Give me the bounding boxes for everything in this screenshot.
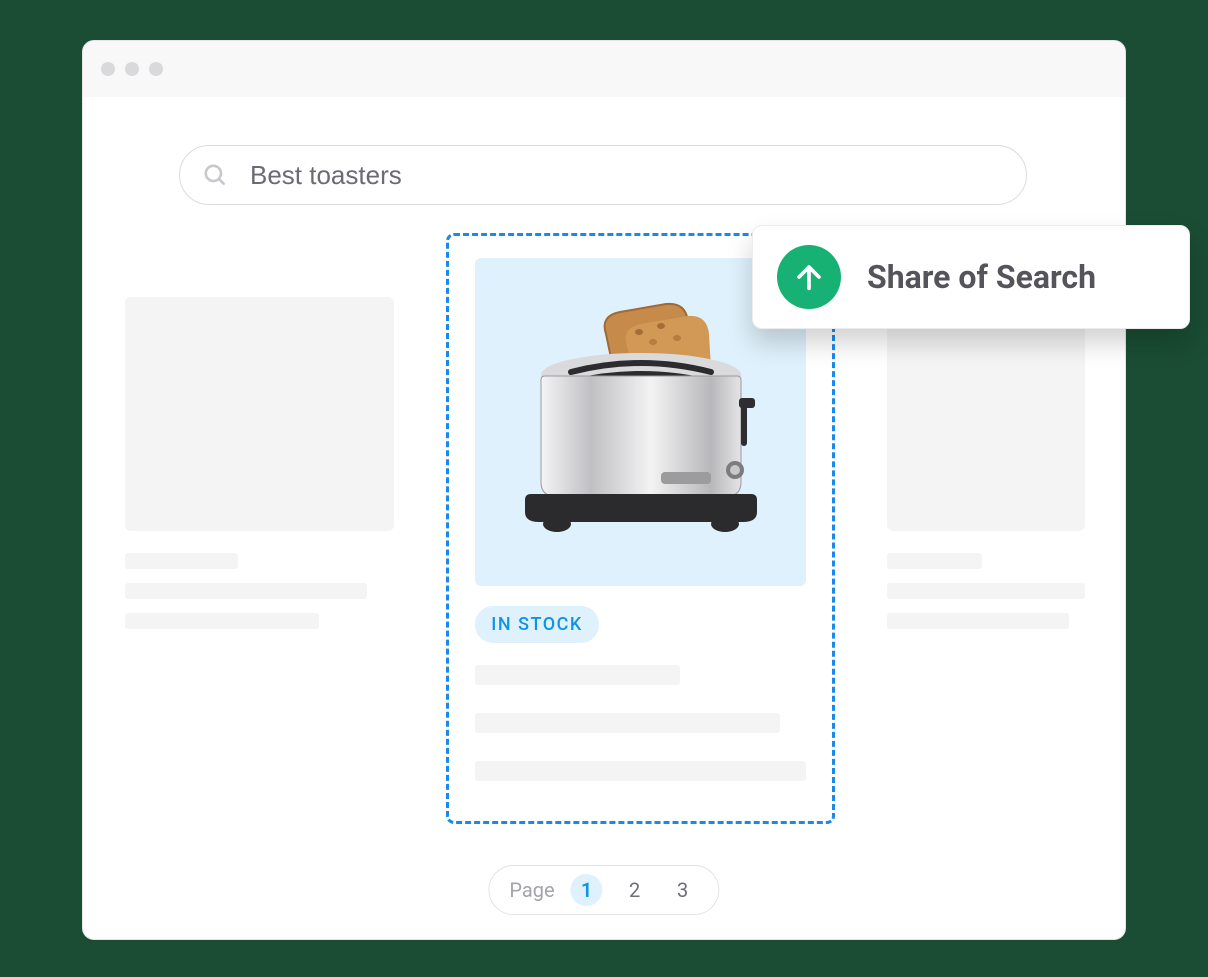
placeholder-line [125, 553, 238, 569]
search-results-row: IN STOCK [125, 297, 1085, 824]
placeholder-line [887, 613, 1069, 629]
placeholder-line [475, 665, 680, 685]
toaster-icon [511, 302, 771, 542]
page-number-1[interactable]: 1 [571, 874, 603, 906]
search-bar[interactable] [179, 145, 1027, 205]
pagination: Page 1 2 3 [488, 865, 719, 915]
stock-badge: IN STOCK [475, 606, 599, 643]
trend-up-icon [777, 245, 841, 309]
pagination-label: Page [509, 878, 554, 902]
placeholder-line [125, 583, 367, 599]
window-minimize-button[interactable] [125, 62, 139, 76]
window-close-button[interactable] [101, 62, 115, 76]
share-of-search-popup[interactable]: Share of Search [752, 225, 1190, 329]
result-card-placeholder[interactable] [887, 297, 1085, 824]
search-icon [202, 162, 228, 188]
placeholder-line [125, 613, 319, 629]
window-titlebar [83, 41, 1125, 97]
page-number-2[interactable]: 2 [619, 874, 651, 906]
window-zoom-button[interactable] [149, 62, 163, 76]
placeholder-line [475, 761, 806, 781]
product-image-placeholder [125, 297, 394, 531]
placeholder-line [887, 553, 982, 569]
popup-title: Share of Search [867, 258, 1096, 296]
page-number-3[interactable]: 3 [667, 874, 699, 906]
placeholder-line [475, 713, 779, 733]
browser-window: IN STOCK Page 1 2 3 [82, 40, 1126, 940]
search-input[interactable] [248, 159, 1004, 192]
page-content: IN STOCK Page 1 2 3 [83, 97, 1125, 939]
product-image-placeholder [887, 297, 1085, 531]
placeholder-line [887, 583, 1085, 599]
result-card-placeholder[interactable] [125, 297, 394, 824]
